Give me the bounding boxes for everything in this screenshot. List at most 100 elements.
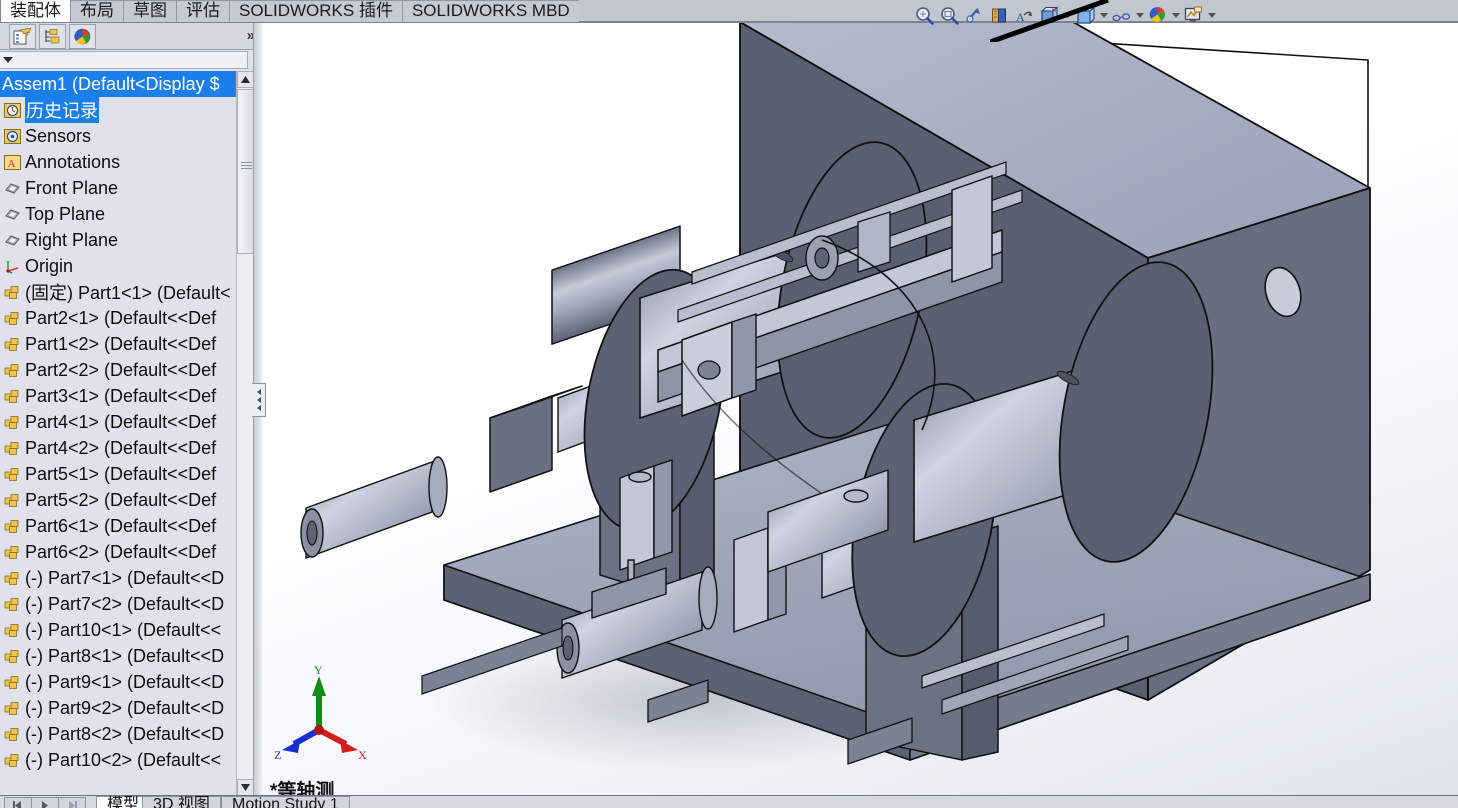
- tree-item-14[interactable]: Part4<2> (Default<<Def: [0, 435, 236, 461]
- panel-overflow-button[interactable]: »: [247, 27, 252, 44]
- hide-show-items-icon[interactable]: [1073, 3, 1098, 27]
- svg-text:A: A: [1016, 10, 1025, 24]
- component-icon: [2, 413, 22, 431]
- apply-scene-icon[interactable]: [1145, 3, 1170, 27]
- tree-item-7[interactable]: Origin: [0, 253, 236, 279]
- tree-item-10[interactable]: Part1<2> (Default<<Def: [0, 331, 236, 357]
- tree-item-18[interactable]: Part6<2> (Default<<Def: [0, 539, 236, 565]
- graphics-viewport[interactable]: [262, 0, 1458, 795]
- tree-item-label: Part1<2> (Default<<Def: [25, 334, 216, 355]
- section-view-icon[interactable]: [987, 3, 1012, 27]
- component-icon: [2, 751, 22, 769]
- annotations-icon: A: [2, 153, 22, 171]
- bottom-tab-bar: 模型3D 视图Motion Study 1: [0, 795, 1458, 808]
- scroll-thumb[interactable]: [237, 89, 254, 254]
- edit-appearance-dropdown-caret[interactable]: [1134, 3, 1145, 27]
- tree-item-label: (-) Part10<1> (Default<<: [25, 620, 221, 641]
- tree-item-label: (-) Part8<1> (Default<<D: [25, 646, 224, 667]
- tree-item-label: Sensors: [25, 126, 91, 147]
- display-style-dropdown-caret[interactable]: [1062, 3, 1073, 27]
- component-icon: [2, 387, 22, 405]
- tree-item-label: 历史记录: [25, 97, 99, 123]
- tree-item-16[interactable]: Part5<2> (Default<<Def: [0, 487, 236, 513]
- tree-item-26[interactable]: (-) Part10<2> (Default<<: [0, 747, 236, 773]
- view-settings-icon[interactable]: [1181, 3, 1206, 27]
- configuration-manager-tab[interactable]: [69, 24, 96, 49]
- tree-item-12[interactable]: Part3<1> (Default<<Def: [0, 383, 236, 409]
- component-icon: [2, 725, 22, 743]
- tree-item-6[interactable]: Right Plane: [0, 227, 236, 253]
- hide-show-items-dropdown-caret[interactable]: [1098, 3, 1109, 27]
- tree-item-24[interactable]: (-) Part9<2> (Default<<D: [0, 695, 236, 721]
- tree-item-8[interactable]: (固定) Part1<1> (Default<: [0, 279, 236, 305]
- scroll-down-arrow[interactable]: [237, 779, 254, 796]
- tree-item-label: (-) Part9<2> (Default<<D: [25, 698, 224, 719]
- command-tab-1[interactable]: 布局: [70, 0, 124, 22]
- tree-item-11[interactable]: Part2<2> (Default<<Def: [0, 357, 236, 383]
- tree-item-label: Part4<1> (Default<<Def: [25, 412, 216, 433]
- tree-item-21[interactable]: (-) Part10<1> (Default<<: [0, 617, 236, 643]
- first-record-icon[interactable]: [4, 797, 32, 808]
- triad-x-label: X: [358, 748, 367, 762]
- tree-item-0[interactable]: Assem1 (Default<Display $: [0, 71, 236, 97]
- property-manager-tab[interactable]: [39, 24, 66, 49]
- command-tab-0[interactable]: 装配体: [0, 0, 71, 22]
- solidworks-window: *等轴测 Y X Z 装配体布局草图评估SOLIDWORKS 插件SOLIDWO…: [0, 0, 1458, 808]
- tree-item-label: (-) Part8<2> (Default<<D: [25, 724, 224, 745]
- triad-y-label: Y: [314, 663, 323, 677]
- tree-item-4[interactable]: Front Plane: [0, 175, 236, 201]
- tree-item-label: Part5<1> (Default<<Def: [25, 464, 216, 485]
- tree-item-label: Part5<2> (Default<<Def: [25, 490, 216, 511]
- tree-item-label: (-) Part7<2> (Default<<D: [25, 594, 224, 615]
- chevron-down-icon[interactable]: [3, 57, 13, 63]
- feature-manager-panel: » Assem1 (Default<Display $历史记录 SensorsAA…: [0, 23, 262, 808]
- feature-tree[interactable]: Assem1 (Default<Display $历史记录 SensorsAAnn…: [0, 71, 236, 796]
- apply-scene-dropdown-caret[interactable]: [1170, 3, 1181, 27]
- edit-appearance-icon[interactable]: [1109, 3, 1134, 27]
- axis-triad: Y X Z: [272, 660, 372, 765]
- feature-tree-vertical-scrollbar[interactable]: [236, 71, 253, 796]
- component-icon: [2, 647, 22, 665]
- panel-splitter-handle[interactable]: [252, 383, 266, 417]
- sensors-icon: [2, 127, 22, 145]
- tree-item-label: Front Plane: [25, 178, 118, 199]
- command-tab-2[interactable]: 草图: [123, 0, 177, 22]
- prev-record-icon[interactable]: [31, 797, 59, 808]
- tree-item-label: Origin: [25, 256, 73, 277]
- tree-item-label: Part4<2> (Default<<Def: [25, 438, 216, 459]
- tree-item-15[interactable]: Part5<1> (Default<<Def: [0, 461, 236, 487]
- tree-item-22[interactable]: (-) Part8<1> (Default<<D: [0, 643, 236, 669]
- tree-item-23[interactable]: (-) Part9<1> (Default<<D: [0, 669, 236, 695]
- tree-item-label: Part6<2> (Default<<Def: [25, 542, 216, 563]
- tree-item-3[interactable]: AAnnotations: [0, 149, 236, 175]
- tree-item-2[interactable]: Sensors: [0, 123, 236, 149]
- component-icon: [2, 283, 22, 301]
- scroll-up-arrow[interactable]: [237, 71, 254, 88]
- heads-up-view-toolbar: A: [912, 3, 1217, 27]
- tree-item-25[interactable]: (-) Part8<2> (Default<<D: [0, 721, 236, 747]
- feature-manager-tab[interactable]: [9, 24, 36, 49]
- tree-item-5[interactable]: Top Plane: [0, 201, 236, 227]
- command-tab-4[interactable]: SOLIDWORKS 插件: [229, 0, 403, 22]
- command-tab-5[interactable]: SOLIDWORKS MBD: [402, 0, 580, 22]
- zoom-in-out-icon[interactable]: [962, 3, 987, 27]
- command-tab-3[interactable]: 评估: [176, 0, 230, 22]
- zoom-to-fit-icon[interactable]: [912, 3, 937, 27]
- tree-item-label: Assem1 (Default<Display $: [2, 74, 220, 95]
- tree-item-17[interactable]: Part6<1> (Default<<Def: [0, 513, 236, 539]
- view-orientation-icon[interactable]: A: [1012, 3, 1037, 27]
- next-record-icon[interactable]: [58, 797, 86, 808]
- display-style-icon[interactable]: [1037, 3, 1062, 27]
- view-settings-dropdown-caret[interactable]: [1206, 3, 1217, 27]
- bottom-tab-1[interactable]: 3D 视图: [142, 796, 221, 808]
- tree-item-19[interactable]: (-) Part7<1> (Default<<D: [0, 565, 236, 591]
- tree-item-label: (-) Part9<1> (Default<<D: [25, 672, 224, 693]
- feature-tree-filter-bar[interactable]: [0, 51, 248, 69]
- tree-item-20[interactable]: (-) Part7<2> (Default<<D: [0, 591, 236, 617]
- bottom-tab-2[interactable]: Motion Study 1: [221, 796, 350, 808]
- zoom-to-area-icon[interactable]: [937, 3, 962, 27]
- tree-item-13[interactable]: Part4<1> (Default<<Def: [0, 409, 236, 435]
- tree-item-9[interactable]: Part2<1> (Default<<Def: [0, 305, 236, 331]
- origin-icon: [2, 257, 22, 275]
- tree-item-1[interactable]: 历史记录: [0, 97, 236, 123]
